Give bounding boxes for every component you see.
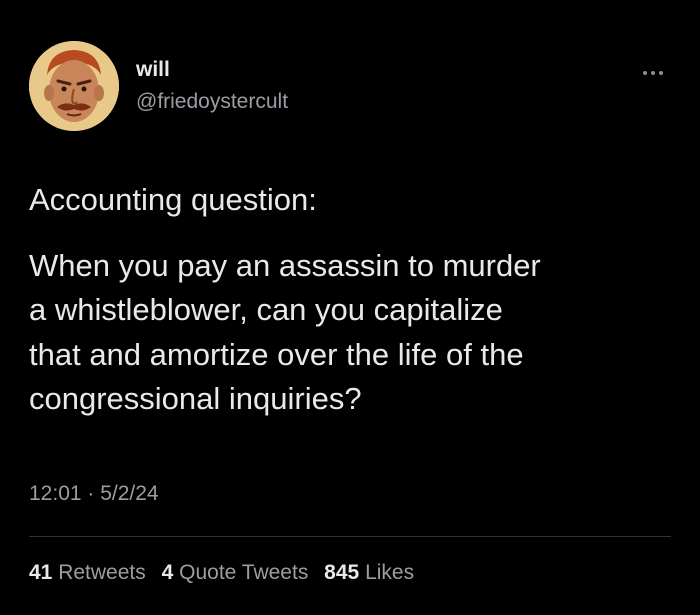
tweet-timestamp[interactable]: 12:01 · 5/2/24 xyxy=(29,480,159,508)
display-name[interactable]: will xyxy=(136,58,170,82)
more-horizontal-icon xyxy=(659,71,663,75)
likes-stat[interactable]: 845 Likes xyxy=(324,558,414,588)
likes-label: Likes xyxy=(365,561,415,584)
tweet-text-line: that and amortize over the life of the xyxy=(29,337,524,372)
more-horizontal-icon xyxy=(651,71,655,75)
engagement-stats: 41 Retweets 4 Quote Tweets 845 Likes xyxy=(29,558,424,588)
retweets-stat[interactable]: 41 Retweets xyxy=(29,558,146,588)
quote-tweets-label: Quote Tweets xyxy=(179,561,309,584)
retweets-count: 41 xyxy=(29,561,53,584)
avatar-illustration xyxy=(29,41,119,131)
quote-tweets-stat[interactable]: 4 Quote Tweets xyxy=(162,558,309,588)
tweet-text-line: Accounting question: xyxy=(29,182,317,217)
more-options-button[interactable] xyxy=(636,62,670,84)
divider xyxy=(29,536,671,537)
handle[interactable]: @friedoystercult xyxy=(136,90,288,114)
tweet-card: will @friedoystercult Accounting questio… xyxy=(0,0,700,615)
quote-tweets-count: 4 xyxy=(161,561,174,584)
avatar[interactable] xyxy=(29,41,119,131)
likes-count: 845 xyxy=(324,561,360,584)
tweet-text-line: a whistleblower, can you capitalize xyxy=(29,292,503,327)
tweet-text-line: When you pay an assassin to murder xyxy=(29,248,541,283)
tweet-text-line: congressional inquiries? xyxy=(29,381,362,416)
more-horizontal-icon xyxy=(643,71,647,75)
retweets-label: Retweets xyxy=(58,561,146,584)
